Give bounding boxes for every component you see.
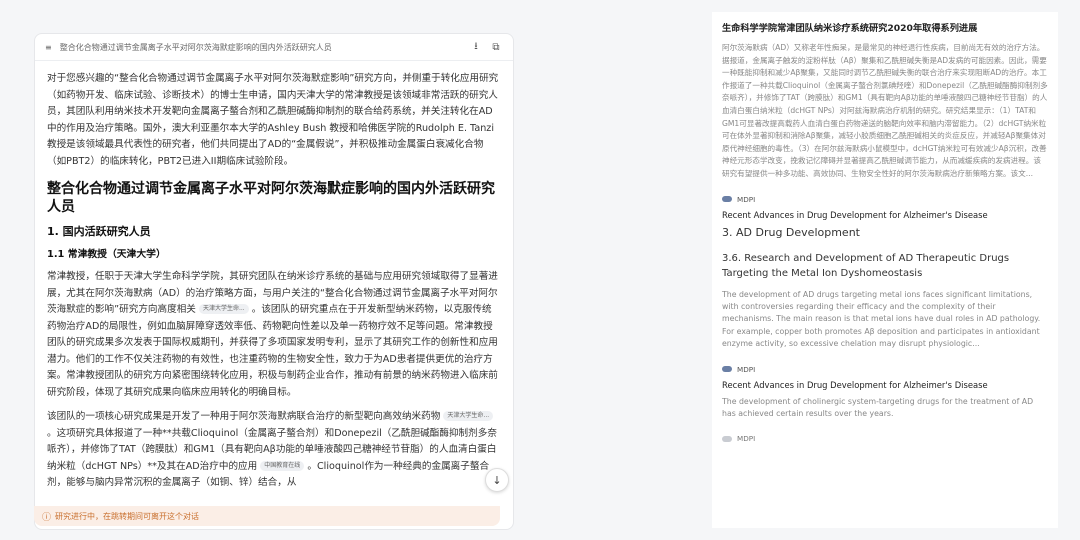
info-icon: ⓘ [42, 512, 52, 523]
citation-tag[interactable]: 中国教育在线 [260, 460, 305, 471]
source-name: MDPI [737, 194, 756, 204]
report-panel: ≡ 整合化合物通过调节金属离子水平对阿尔茨海默症影响的国内外活跃研究人员 ⭳ ⧉… [34, 33, 514, 530]
mdpi-icon [722, 196, 732, 203]
source-snippet: 阿尔茨海默病（AD）又称老年性痴呆，是最常见的神经退行性疾病，目前尚无有效的治疗… [722, 43, 1048, 178]
article-snippet: The development of AD drugs targeting me… [722, 289, 1041, 349]
source-name: MDPI [737, 434, 756, 444]
status-text: 研究进行中，在跳转期间可离开这个对话 [55, 511, 200, 521]
article-section: 3. AD Drug Development [722, 225, 860, 239]
arrow-down-icon: ↓ [492, 473, 502, 487]
subsection-heading: 1.1 常津教授（天津大学） [47, 248, 166, 260]
article-snippet: The development of cholinergic system-ta… [722, 396, 1034, 418]
section-heading: 1. 国内活跃研究人员 [47, 225, 151, 238]
report-header: ≡ 整合化合物通过调节金属离子水平对阿尔茨海默症影响的国内外活跃研究人员 ⭳ ⧉ [35, 34, 513, 61]
mdpi-icon [722, 435, 732, 442]
mdpi-icon [722, 366, 732, 373]
body-paragraph: 常津教授，任职于天津大学生命科学学院，其研究团队在纳米诊疗系统的基础与应用研究领… [47, 269, 501, 401]
copy-icon[interactable]: ⧉ [489, 40, 503, 54]
report-title: 整合化合物通过调节金属离子水平对阿尔茨海默症影响的国内外活跃研究人员 [59, 42, 332, 52]
source-label[interactable]: MDPI [722, 365, 1048, 374]
source-label[interactable]: MDPI [722, 195, 1048, 204]
paragraph-text: 该团队的一项核心研究成果是开发了一种用于阿尔茨海默病联合治疗的新型靶向高效纳米药… [47, 411, 441, 422]
source-label[interactable]: MDPI [722, 434, 1048, 443]
menu-icon[interactable]: ≡ [45, 43, 52, 52]
intro-paragraph: 对于您感兴趣的“整合化合物通过调节金属离子水平对阿尔茨海默症影响”研究方向，并侧… [47, 73, 499, 167]
scroll-down-button[interactable]: ↓ [485, 468, 509, 492]
paragraph-text: 。该团队的研究重点在于开发新型纳米药物，以克服传统药物治疗AD的局限性，例如血脑… [47, 304, 498, 398]
source-title[interactable]: 生命科学学院常津团队纳米诊疗系统研究2020年取得系列进展 [722, 20, 1048, 34]
citation-tag[interactable]: 天津大学生命... [198, 304, 249, 314]
article-title[interactable]: Recent Advances in Drug Development for … [722, 210, 1048, 220]
article-subsection: 3.6. Research and Development of AD Ther… [722, 252, 1010, 279]
source-name: MDPI [737, 364, 756, 374]
citation-tag[interactable]: 天津大学生命... [443, 411, 494, 421]
report-body: 对于您感兴趣的“整合化合物通过调节金属离子水平对阿尔茨海默症影响”研究方向，并侧… [35, 61, 513, 492]
sources-panel: 生命科学学院常津团队纳米诊疗系统研究2020年取得系列进展 阿尔茨海默病（AD）… [712, 12, 1058, 528]
report-heading: 整合化合物通过调节金属离子水平对阿尔茨海默症影响的国内外活跃研究人员 [47, 181, 495, 215]
status-bar: ⓘ 研究进行中，在跳转期间可离开这个对话 [34, 506, 500, 526]
article-title[interactable]: Recent Advances in Drug Development for … [722, 380, 1048, 390]
download-icon[interactable]: ⭳ [469, 40, 483, 54]
body-paragraph: 该团队的一项核心研究成果是开发了一种用于阿尔茨海默病联合治疗的新型靶向高效纳米药… [47, 409, 501, 492]
